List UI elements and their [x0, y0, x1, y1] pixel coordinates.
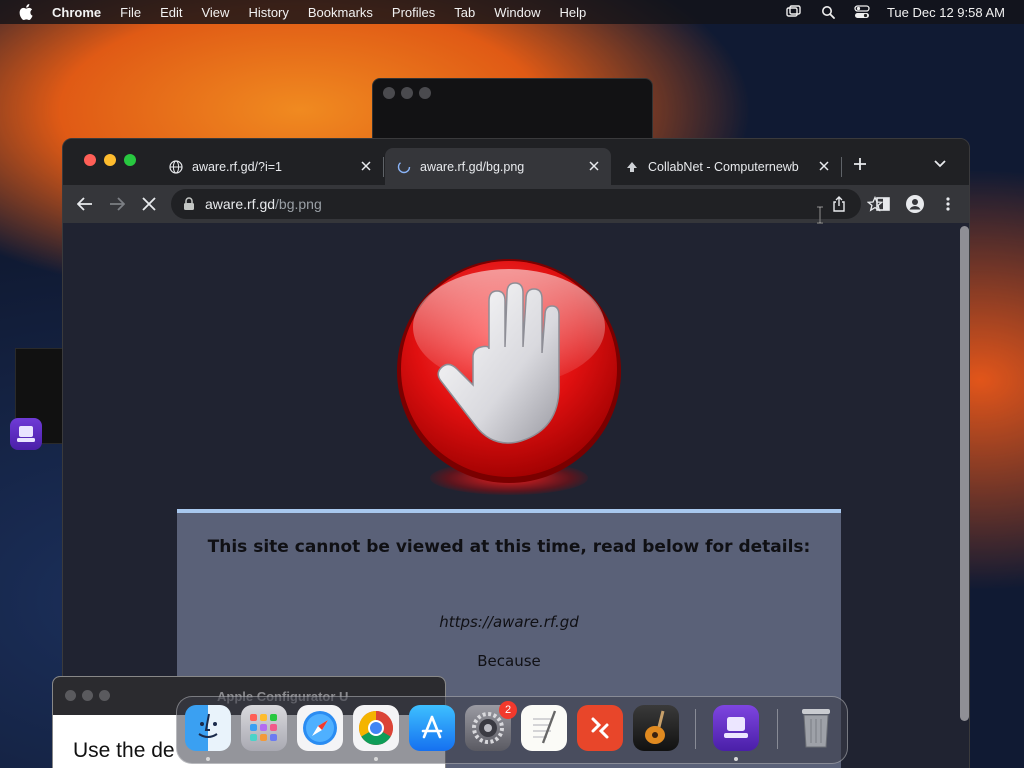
- window-minimize-dot[interactable]: [401, 87, 413, 99]
- window-close-dot[interactable]: [65, 690, 76, 701]
- blocked-site-url: https://aware.rf.gd: [439, 613, 579, 631]
- address-bar[interactable]: aware.rf.gd/bg.png: [171, 189, 883, 219]
- error-heading: This site cannot be viewed at this time,…: [207, 537, 811, 557]
- new-tab-button[interactable]: [850, 154, 870, 174]
- menu-clock[interactable]: Tue Dec 12 9:58 AM: [887, 5, 1005, 20]
- menu-extras: Tue Dec 12 9:58 AM: [785, 0, 1024, 24]
- textedit-icon[interactable]: [521, 705, 567, 751]
- text-cursor-icon: [817, 206, 823, 224]
- menu-profiles[interactable]: Profiles: [392, 5, 435, 20]
- apple-configurator-desktop-icon[interactable]: [10, 418, 42, 450]
- launchpad-icon[interactable]: [241, 705, 287, 751]
- back-arrow-icon[interactable]: [75, 194, 95, 214]
- tab-separator: [841, 157, 842, 177]
- apple-menu-icon[interactable]: [18, 4, 34, 20]
- control-center-icon[interactable]: [853, 4, 871, 20]
- page-scrollbar[interactable]: [960, 226, 969, 721]
- tab-strip: aware.rf.gd/?i=1 aware.rf.gd/bg.png Coll…: [63, 139, 969, 185]
- dock: 2: [176, 696, 848, 764]
- menu-edit[interactable]: Edit: [160, 5, 182, 20]
- tab-title: aware.rf.gd/bg.png: [420, 159, 525, 174]
- tab-aware-bg-png[interactable]: aware.rf.gd/bg.png: [385, 148, 611, 185]
- app-store-icon[interactable]: [409, 705, 455, 751]
- because-label: Because: [477, 652, 541, 670]
- tab-separator: [383, 157, 384, 177]
- menu-app-name[interactable]: Chrome: [52, 5, 101, 20]
- dock-separator: [695, 709, 696, 749]
- tab-close-icon[interactable]: [587, 159, 601, 173]
- garageband-icon[interactable]: [633, 705, 679, 751]
- menu-help[interactable]: Help: [560, 5, 587, 20]
- tab-collabnet[interactable]: CollabNet - Computernewb: [615, 148, 841, 185]
- share-icon[interactable]: [829, 194, 849, 214]
- loading-globe-icon: [397, 160, 411, 174]
- forward-arrow-icon[interactable]: [107, 194, 127, 214]
- remote-desktop-icon[interactable]: [577, 705, 623, 751]
- url-host: aware.rf.gd: [205, 196, 276, 212]
- url-path: /bg.png: [275, 196, 322, 212]
- side-panel-icon[interactable]: [873, 194, 893, 214]
- window-zoom-dot[interactable]: [419, 87, 431, 99]
- spotlight-search-icon[interactable]: [819, 4, 837, 20]
- chrome-icon[interactable]: [353, 705, 399, 751]
- menu-tab[interactable]: Tab: [454, 5, 475, 20]
- menu-history[interactable]: History: [248, 5, 288, 20]
- menu-bar: Chrome File Edit View History Bookmarks …: [0, 0, 1024, 24]
- safari-icon[interactable]: [297, 705, 343, 751]
- window-zoom-dot[interactable]: [99, 690, 110, 701]
- browser-toolbar: aware.rf.gd/bg.png: [63, 185, 969, 223]
- lock-icon[interactable]: [183, 197, 195, 211]
- stop-loading-icon[interactable]: [139, 194, 159, 214]
- globe-icon: [169, 159, 183, 174]
- tab-title: CollabNet - Computernewb: [648, 159, 799, 174]
- tab-search-chevron-icon[interactable]: [930, 154, 950, 174]
- system-settings-icon[interactable]: 2: [465, 701, 517, 751]
- tab-close-icon[interactable]: [359, 159, 373, 173]
- running-indicator: [734, 757, 738, 761]
- menu-view[interactable]: View: [201, 5, 229, 20]
- url-text[interactable]: aware.rf.gd/bg.png: [205, 196, 322, 212]
- profile-avatar-icon[interactable]: [905, 194, 925, 214]
- apple-configurator-icon[interactable]: [713, 705, 759, 751]
- more-options-icon[interactable]: [938, 194, 958, 214]
- running-indicator: [206, 757, 210, 761]
- screen-mirroring-icon[interactable]: [785, 4, 803, 20]
- notification-badge: 2: [499, 701, 517, 719]
- window-close-dot[interactable]: [383, 87, 395, 99]
- window-zoom-button[interactable]: [124, 154, 136, 166]
- window-minimize-button[interactable]: [104, 154, 116, 166]
- running-indicator: [374, 757, 378, 761]
- dock-separator: [777, 709, 778, 749]
- trash-icon[interactable]: [793, 705, 839, 751]
- menu-file[interactable]: File: [120, 5, 141, 20]
- stop-hand-icon: [397, 259, 621, 483]
- finder-icon[interactable]: [185, 705, 231, 751]
- tab-aware-index[interactable]: aware.rf.gd/?i=1: [159, 148, 383, 185]
- collabnet-icon: [625, 160, 639, 174]
- window-minimize-dot[interactable]: [82, 690, 93, 701]
- tab-close-icon[interactable]: [817, 159, 831, 173]
- chrome-window: aware.rf.gd/?i=1 aware.rf.gd/bg.png Coll…: [62, 138, 970, 768]
- menu-window[interactable]: Window: [494, 5, 540, 20]
- window-close-button[interactable]: [84, 154, 96, 166]
- menu-bookmarks[interactable]: Bookmarks: [308, 5, 373, 20]
- configurator-body-text: Use the de: [73, 739, 175, 762]
- tab-title: aware.rf.gd/?i=1: [192, 159, 282, 174]
- background-window[interactable]: [372, 78, 653, 140]
